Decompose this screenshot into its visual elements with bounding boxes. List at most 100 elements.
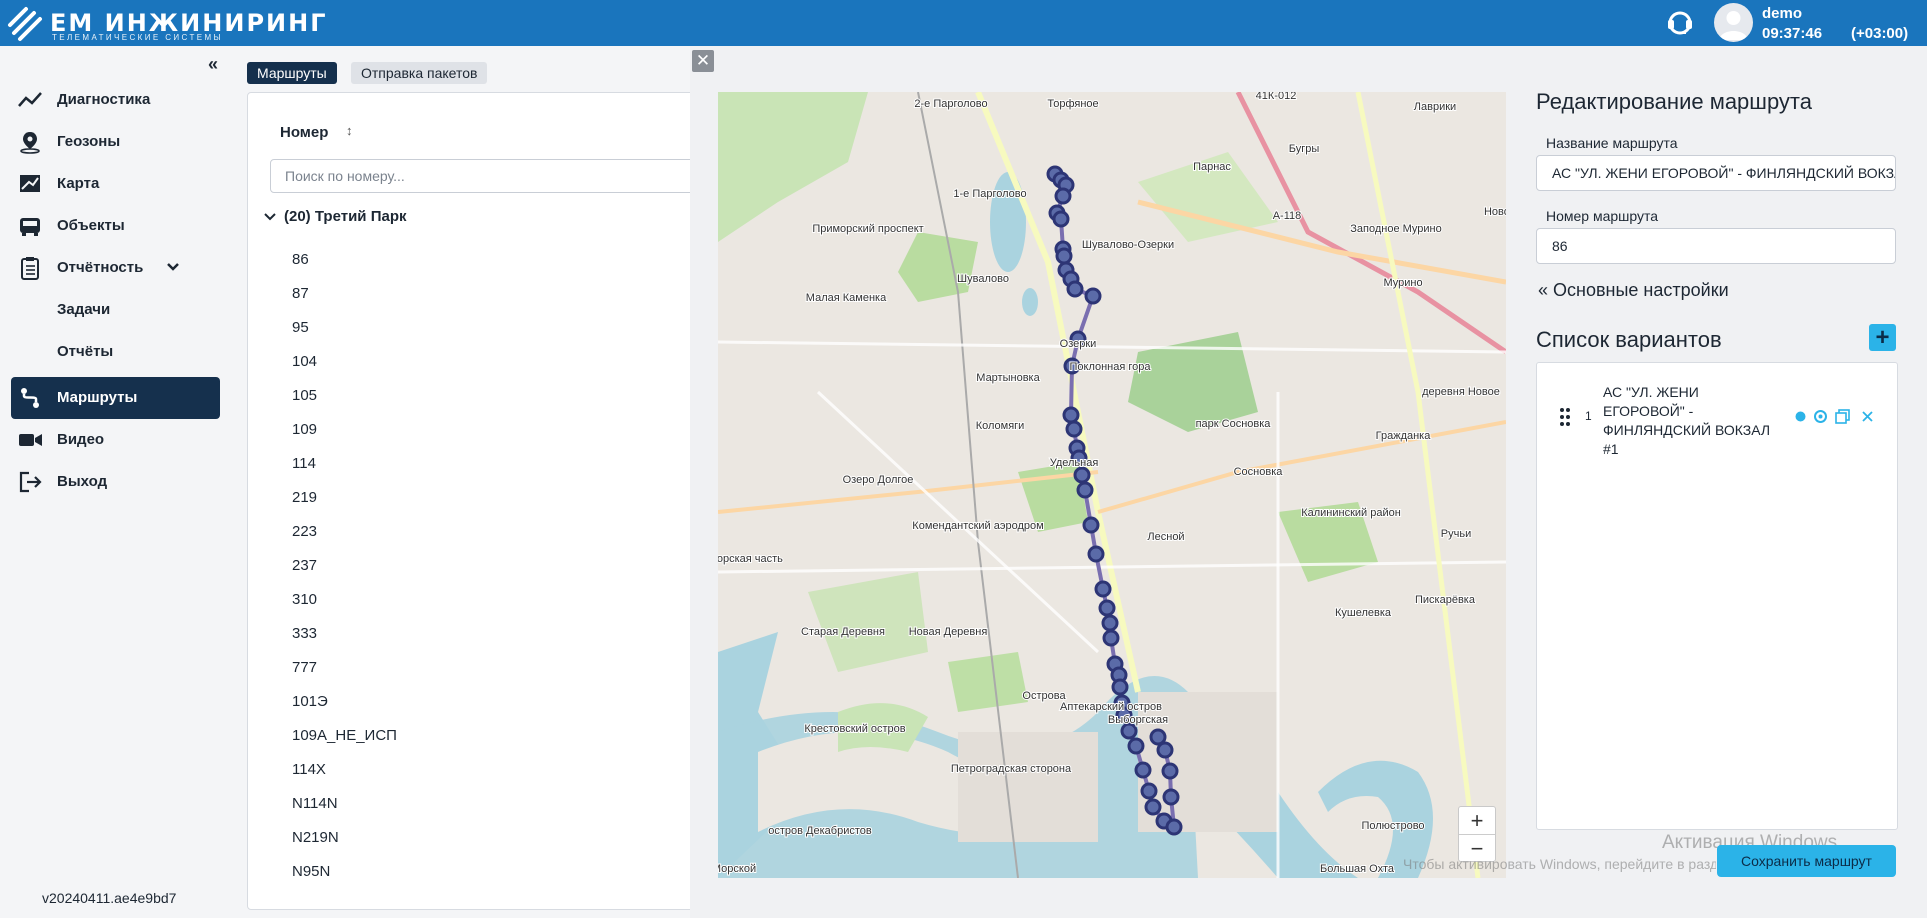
route-item[interactable]: 95: [292, 319, 309, 336]
map-place-label: Торфяное: [1047, 98, 1098, 110]
delete-icon[interactable]: [1860, 409, 1875, 424]
map-place-label: Морской: [718, 863, 756, 875]
route-stop-marker[interactable]: [1084, 287, 1102, 305]
sidebar-item-tasks[interactable]: Задачи: [11, 289, 220, 331]
route-search-input[interactable]: [270, 159, 710, 193]
route-stop-marker[interactable]: [1065, 420, 1083, 438]
map-place-label: Полюстрово: [1361, 820, 1424, 832]
map-place-label: Приморский проспект: [812, 223, 923, 235]
map-place-label: Поклонная гора: [1069, 361, 1151, 373]
save-route-button[interactable]: Сохранить маршрут: [1717, 845, 1896, 877]
route-group[interactable]: (20) Третий Парк: [264, 208, 407, 225]
route-stop-marker[interactable]: [1162, 788, 1180, 806]
zoom-in-button[interactable]: +: [1459, 807, 1495, 835]
company-logo[interactable]: ЕМ ИНЖИНИРИНГ ТЕЛЕМАТИЧЕСКИЕ СИСТЕМЫ: [6, 5, 326, 43]
route-stop-marker[interactable]: [1120, 722, 1138, 740]
sidebar-item-geozones[interactable]: Геозоны: [11, 121, 220, 163]
add-variant-button[interactable]: +: [1869, 324, 1896, 351]
sidebar-item-map[interactable]: Карта: [11, 163, 220, 205]
map-place-label: Новая Деревня: [909, 626, 988, 638]
route-item[interactable]: N114N: [292, 795, 338, 812]
route-item[interactable]: 114Х: [292, 761, 326, 778]
sort-icon[interactable]: ↕: [346, 123, 353, 138]
sidebar-item-reports[interactable]: Отчёты: [11, 331, 220, 373]
sidebar-item-routes[interactable]: Маршруты: [11, 377, 220, 419]
map-place-label: остров Декабристов: [768, 825, 872, 837]
route-item[interactable]: 114: [292, 455, 316, 472]
drag-handle-icon[interactable]: [1559, 407, 1571, 427]
route-item[interactable]: 101Э: [292, 693, 328, 710]
route-map[interactable]: 2-е Парголово Торфяное 41К-012 Лаврики Парна…: [718, 92, 1506, 878]
map-place-label: Аптекарский остров: [1060, 701, 1162, 713]
bus-icon: [20, 218, 40, 236]
map-place-label: Шувалово: [957, 273, 1009, 285]
top-header: ЕМ ИНЖИНИРИНГ ТЕЛЕМАТИЧЕСКИЕ СИСТЕМЫ dem…: [0, 0, 1927, 46]
route-item[interactable]: 237: [292, 557, 317, 574]
sidebar-collapse-button[interactable]: «: [202, 54, 224, 74]
chevron-down-icon[interactable]: [166, 262, 180, 272]
settings-icon[interactable]: [1813, 409, 1828, 424]
route-stop-marker[interactable]: [1066, 280, 1084, 298]
route-item[interactable]: 109: [292, 421, 317, 438]
route-item[interactable]: N95N: [292, 863, 330, 880]
user-avatar[interactable]: [1714, 3, 1753, 42]
route-stop-marker[interactable]: [1073, 466, 1091, 484]
route-stop-marker[interactable]: [1149, 728, 1167, 746]
route-stop-marker[interactable]: [1101, 614, 1119, 632]
tab-send-packets[interactable]: Отправка пакетов: [351, 62, 488, 84]
route-stop-marker[interactable]: [1087, 545, 1105, 563]
route-stop-marker[interactable]: [1161, 762, 1179, 780]
route-stop-marker[interactable]: [1102, 629, 1120, 647]
route-stop-marker[interactable]: [1165, 818, 1183, 836]
route-item[interactable]: 310: [292, 591, 317, 608]
route-item[interactable]: 223: [292, 523, 317, 540]
route-stop-marker[interactable]: [1127, 737, 1145, 755]
route-stop-marker[interactable]: [1082, 516, 1100, 534]
map-place-label: Пискарёвка: [1415, 594, 1476, 606]
basic-settings-link[interactable]: « Основные настройки: [1538, 280, 1729, 301]
route-item[interactable]: 105: [292, 387, 317, 404]
route-item[interactable]: 104: [292, 353, 317, 370]
tab-routes[interactable]: Маршруты: [247, 62, 337, 84]
sidebar-item-label: Маршруты: [57, 389, 138, 406]
map-place-label: Лаврики: [1414, 101, 1456, 113]
map-place-label: Бугры: [1289, 143, 1320, 155]
sidebar-item-logout[interactable]: Выход: [11, 461, 220, 503]
sidebar-item-diagnostics[interactable]: Диагностика: [11, 79, 220, 121]
route-item[interactable]: 86: [292, 251, 309, 268]
status-dot-icon[interactable]: [1793, 409, 1808, 424]
route-stop-marker[interactable]: [1111, 678, 1129, 696]
support-icon[interactable]: [1666, 9, 1694, 37]
route-item[interactable]: 87: [292, 285, 309, 302]
username[interactable]: demo: [1762, 5, 1802, 22]
map-place-label: деревня Новое: [1422, 386, 1500, 398]
column-header-number[interactable]: Номер: [280, 124, 328, 141]
route-stop-marker[interactable]: [1054, 187, 1072, 205]
sidebar-item-video[interactable]: Видео: [11, 419, 220, 461]
map-place-label: Приморская часть: [718, 553, 783, 565]
logo-subtitle: ТЕЛЕМАТИЧЕСКИЕ СИСТЕМЫ: [52, 33, 224, 42]
sidebar-item-reporting[interactable]: Отчётность: [11, 247, 220, 289]
route-stop-marker[interactable]: [1140, 782, 1158, 800]
route-item[interactable]: 777: [292, 659, 317, 676]
route-stop-marker[interactable]: [1094, 580, 1112, 598]
route-stop-marker[interactable]: [1052, 210, 1070, 228]
close-icon[interactable]: ✕: [692, 50, 714, 72]
copy-icon[interactable]: [1835, 409, 1850, 424]
route-stop-marker[interactable]: [1076, 481, 1094, 499]
variant-name[interactable]: АС "УЛ. ЖЕНИ ЕГОРОВОЙ" - ФИНЛЯНДСКИЙ ВОК…: [1603, 383, 1783, 459]
map-canvas[interactable]: 2-е Парголово Торфяное 41К-012 Лаврики Парна…: [718, 92, 1506, 878]
route-item[interactable]: 333: [292, 625, 317, 642]
route-name-field[interactable]: АС "УЛ. ЖЕНИ ЕГОРОВОЙ" - ФИНЛЯНДСКИЙ ВОК…: [1536, 155, 1896, 191]
map-place-label: Парнас: [1193, 161, 1231, 173]
route-number-field[interactable]: 86: [1536, 228, 1896, 264]
route-item[interactable]: 109А_НЕ_ИСП: [292, 727, 397, 744]
route-item[interactable]: N219N: [292, 829, 339, 846]
route-stop-marker[interactable]: [1062, 406, 1080, 424]
sidebar-item-objects[interactable]: Объекты: [11, 205, 220, 247]
route-item[interactable]: 219: [292, 489, 317, 506]
route-stop-marker[interactable]: [1055, 247, 1073, 265]
route-stop-marker[interactable]: [1098, 599, 1116, 617]
route-stop-marker[interactable]: [1144, 798, 1162, 816]
route-stop-marker[interactable]: [1134, 761, 1152, 779]
